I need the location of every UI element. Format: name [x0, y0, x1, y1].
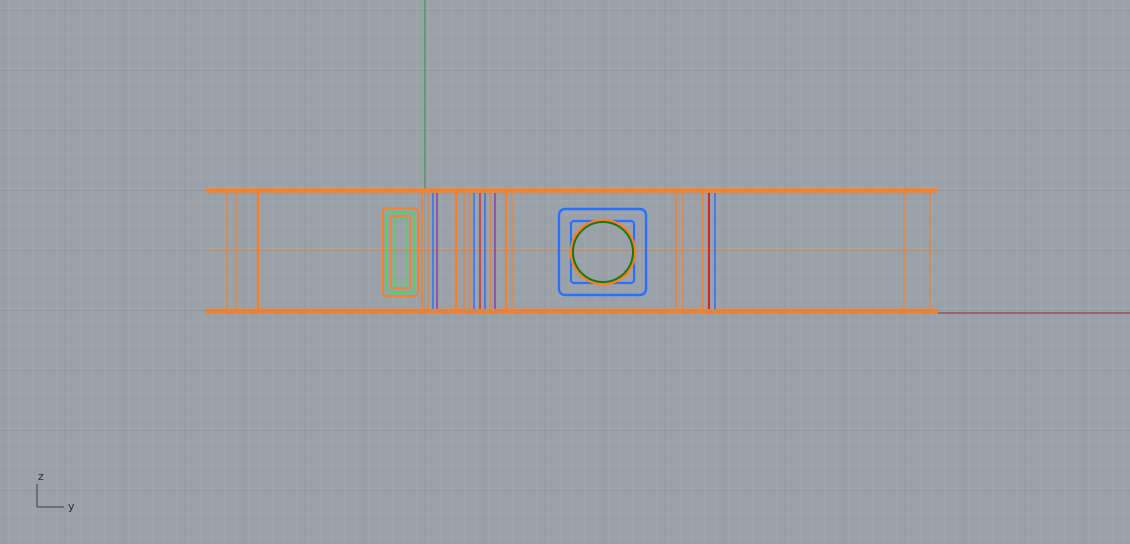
axis-indicator-z-label: z	[38, 470, 44, 483]
construction-grid	[0, 0, 1130, 544]
viewport-front[interactable]: z y	[0, 0, 1130, 544]
viewport-canvas[interactable]	[0, 0, 1130, 544]
axis-indicator-y-label: y	[68, 500, 75, 513]
